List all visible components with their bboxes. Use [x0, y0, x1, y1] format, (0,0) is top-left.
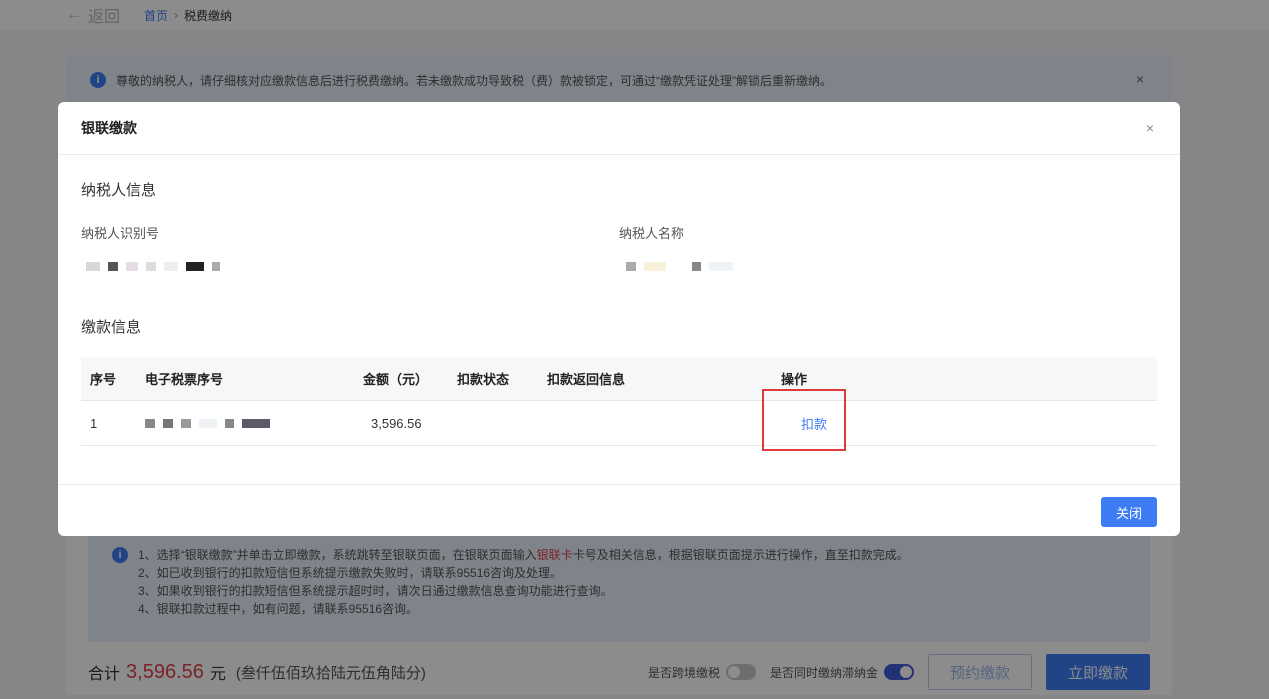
cell-ticket-no-redacted — [137, 418, 363, 428]
payment-section-title: 缴款信息 — [81, 319, 142, 336]
close-icon[interactable]: × — [1146, 120, 1154, 136]
modal-footer: 关闭 — [58, 484, 1180, 536]
cell-amount: 3,596.56 — [371, 415, 422, 431]
unionpay-modal: 银联缴款 × 纳税人信息 纳税人识别号 纳税人名称 缴款信息 序号 电子税票序号… — [58, 102, 1180, 536]
taxpayer-name-label: 纳税人名称 — [619, 226, 685, 241]
table-row: 1 3,596.56 扣款 — [81, 389, 1157, 451]
highlight-box — [762, 389, 846, 451]
taxpayer-name-value-redacted — [626, 262, 733, 271]
header-status: 扣款状态 — [457, 372, 510, 387]
table-header: 序号 电子税票序号 金额（元） 扣款状态 扣款返回信息 操作 — [81, 357, 1157, 401]
close-button[interactable]: 关闭 — [1101, 497, 1157, 527]
header-amount: 金额（元） — [363, 372, 429, 387]
header-return-info: 扣款返回信息 — [547, 372, 626, 387]
modal-header: 银联缴款 × — [58, 102, 1180, 155]
taxpayer-section-title: 纳税人信息 — [81, 182, 157, 199]
modal-title: 银联缴款 — [81, 120, 137, 136]
header-ticket-no: 电子税票序号 — [145, 372, 224, 387]
header-action: 操作 — [781, 372, 808, 387]
payment-table: 序号 电子税票序号 金额（元） 扣款状态 扣款返回信息 操作 1 3,596.5… — [81, 357, 1157, 451]
cell-no: 1 — [90, 415, 98, 431]
taxpayer-id-value-redacted — [86, 262, 220, 271]
taxpayer-id-label: 纳税人识别号 — [81, 226, 160, 241]
header-no: 序号 — [90, 372, 117, 387]
